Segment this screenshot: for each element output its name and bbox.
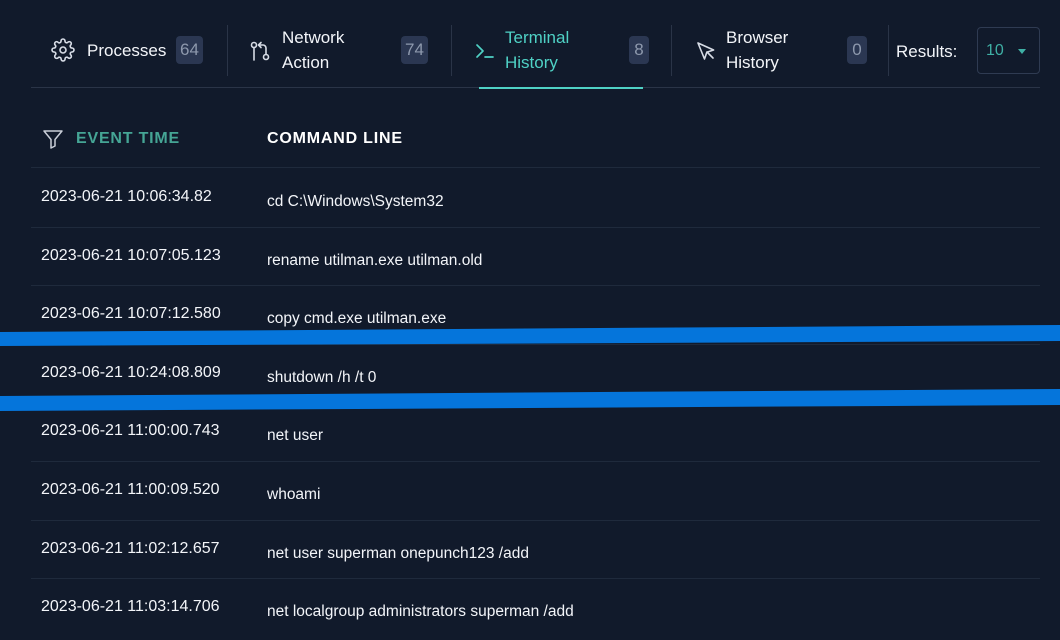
highlight-stroke-bottom	[0, 389, 1060, 411]
terminal-history-view: Processes 64 Network Action 74 Terminal	[0, 0, 1060, 640]
highlight-strokes	[0, 325, 1060, 411]
highlight-stroke-top	[0, 325, 1060, 346]
